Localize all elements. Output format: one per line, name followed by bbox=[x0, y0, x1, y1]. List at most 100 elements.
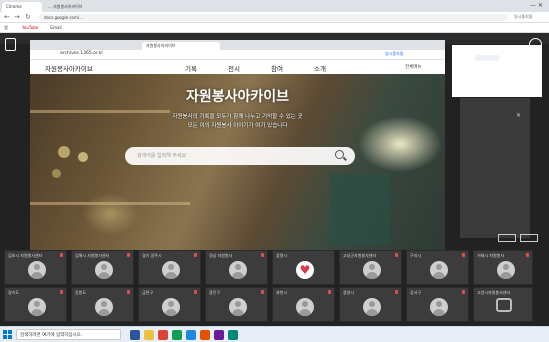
side-panel: ✕ bbox=[460, 98, 530, 238]
participant-name: 과천시 bbox=[276, 290, 288, 295]
forward-icon[interactable]: → bbox=[14, 13, 20, 21]
participant-tile[interactable]: 경기 광주시 bbox=[138, 250, 201, 285]
app-icon[interactable] bbox=[200, 330, 210, 340]
outer-url-field[interactable]: docs.google.com/... bbox=[38, 14, 508, 21]
participant-name: 광양시 bbox=[343, 290, 355, 295]
participant-name: 경기도 bbox=[8, 290, 20, 295]
bookmark-item[interactable]: 앱 bbox=[4, 25, 8, 31]
mic-muted-icon bbox=[328, 290, 331, 294]
participant-tile[interactable]: 김해시 자원봉사센터 bbox=[71, 250, 134, 285]
chevron-down-icon[interactable] bbox=[520, 234, 538, 242]
participant-tile[interactable]: 광양시 bbox=[339, 287, 402, 322]
participant-name: 김해시 자원봉사센터 bbox=[75, 253, 110, 258]
participant-name: 강원도 bbox=[75, 290, 87, 295]
display-decoration bbox=[330, 174, 390, 244]
hero-text-line: 자원봉사의 기록을 모두가 함께 나누고 기억할 수 있는 곳 bbox=[172, 114, 303, 120]
reload-icon[interactable]: ↻ bbox=[25, 13, 31, 21]
hero-title: 자원봉사아카이브 bbox=[185, 89, 290, 105]
mic-muted-icon bbox=[127, 290, 130, 294]
shared-url-field[interactable]: archives.1365.or.kr bbox=[60, 51, 103, 56]
badge-decoration bbox=[52, 169, 61, 178]
nav-item-about[interactable]: 소개 bbox=[314, 63, 326, 73]
chat-bubble-icon[interactable] bbox=[496, 298, 512, 312]
badge-decoration bbox=[78, 152, 88, 162]
participant-tile[interactable]: 금천구 bbox=[138, 287, 201, 322]
heart-logo-icon: ♥ bbox=[296, 261, 314, 279]
mic-muted-icon bbox=[395, 253, 398, 257]
participant-tile[interactable]: 광명시 ♥ bbox=[272, 250, 335, 285]
nav-item-exhibit[interactable]: 전시 bbox=[228, 63, 240, 73]
mic-muted-icon bbox=[127, 253, 130, 257]
avatar bbox=[162, 261, 180, 279]
participant-grid: 김포시 자원봉사센터 김해시 자원봉사센터 경기 광주시 경남 자원봉사 광명시… bbox=[0, 250, 549, 326]
nav-item-record[interactable]: 기록 bbox=[185, 63, 197, 73]
outer-window-controls[interactable]: — ✕ bbox=[530, 2, 546, 10]
app-icon[interactable] bbox=[214, 330, 224, 340]
avatar bbox=[363, 298, 381, 316]
mic-muted-icon bbox=[395, 290, 398, 294]
participant-name: 고양시자원봉사센터 bbox=[477, 290, 511, 295]
participant-name: 거제시 자원봉사 bbox=[477, 253, 505, 258]
zoom-icon[interactable] bbox=[186, 330, 196, 340]
outer-tab-label: ... 자원봉사아카이브 bbox=[48, 4, 83, 9]
participant-name: 경기 광주시 bbox=[142, 253, 162, 258]
mic-muted-icon bbox=[60, 253, 63, 257]
avatar bbox=[430, 261, 448, 279]
app-icon[interactable] bbox=[228, 330, 238, 340]
participant-tile[interactable]: 김포시 자원봉사센터 bbox=[4, 250, 67, 285]
shared-tab[interactable]: 자원봉사아카이브 bbox=[142, 42, 220, 50]
participant-tile[interactable]: 경남 자원봉사 bbox=[205, 250, 268, 285]
windows-start-icon[interactable] bbox=[3, 330, 12, 339]
hero-banner: 자원봉사아카이브 자원봉사의 기록을 모두가 함께 나누고 기억할 수 있는 곳… bbox=[30, 74, 445, 250]
bookmark-item[interactable]: Gmail bbox=[50, 25, 62, 30]
taskbar-search-placeholder: 검색하려면 여기에 입력하십시오. bbox=[20, 333, 83, 338]
mic-muted-icon bbox=[261, 290, 264, 294]
avatar bbox=[162, 298, 180, 316]
hero-text-line: 모든 이의 자원봉사 이야기가 여기 있습니다 bbox=[187, 123, 288, 129]
side-badge bbox=[475, 55, 500, 61]
view-toggle-icon[interactable] bbox=[498, 234, 516, 242]
badge-decoration bbox=[58, 146, 70, 158]
avatar bbox=[95, 261, 113, 279]
clipboard-icon[interactable] bbox=[5, 38, 16, 51]
nav-item-participate[interactable]: 참여 bbox=[271, 63, 283, 73]
participant-tile[interactable]: 강서구 bbox=[406, 287, 469, 322]
participant-tile[interactable]: 고양시자원봉사센터 bbox=[473, 287, 533, 322]
mic-muted-icon bbox=[462, 253, 465, 257]
participant-tile[interactable]: 강원도 bbox=[71, 287, 134, 322]
site-header: 자원봉사아카이브 기록 전시 참여 소개 전체메뉴 bbox=[30, 60, 445, 74]
shared-tab-title: 자원봉사아카이브 bbox=[146, 43, 176, 48]
system-tray[interactable] bbox=[470, 330, 540, 340]
outer-tab-1[interactable]: Chrome bbox=[2, 2, 42, 12]
participant-tile[interactable]: 경기도 bbox=[4, 287, 67, 322]
bookmark-item[interactable]: YouTube bbox=[22, 25, 38, 30]
site-logo[interactable]: 자원봉사아카이브 bbox=[45, 63, 93, 73]
shared-address-bar: archives.1365.or.kr 일시중지됨 bbox=[30, 50, 445, 60]
file-explorer-icon[interactable] bbox=[144, 330, 154, 340]
outer-profile-label[interactable]: 일시중지됨 bbox=[514, 14, 532, 20]
avatar bbox=[28, 298, 46, 316]
shared-profile-label[interactable]: 일시중지됨 bbox=[385, 51, 403, 57]
participant-tile[interactable]: 거제시 자원봉사 bbox=[473, 250, 533, 285]
outer-tab-2[interactable]: ... 자원봉사아카이브 bbox=[44, 2, 104, 12]
taskbar-search-box[interactable]: 검색하려면 여기에 입력하십시오. bbox=[16, 329, 121, 340]
hero-search-bar[interactable]: 검색어를 입력해 주세요 bbox=[125, 147, 355, 165]
outer-tab-bar: Chrome ... 자원봉사아카이브 — ✕ bbox=[0, 0, 549, 12]
search-icon-handle bbox=[343, 156, 347, 161]
avatar bbox=[430, 298, 448, 316]
mic-muted-icon bbox=[194, 253, 197, 257]
back-icon[interactable]: ← bbox=[4, 13, 10, 21]
participant-name: 김포시 자원봉사센터 bbox=[8, 253, 43, 258]
participant-name: 고성군자원봉사센터 bbox=[343, 253, 377, 258]
participant-tile[interactable]: 고성군자원봉사센터 bbox=[339, 250, 402, 285]
app-icon[interactable] bbox=[172, 330, 182, 340]
participant-tile[interactable]: 구리시 bbox=[406, 250, 469, 285]
participant-tile[interactable]: 과천시 bbox=[272, 287, 335, 322]
chrome-icon[interactable] bbox=[158, 330, 168, 340]
participant-tile[interactable]: 광진구 bbox=[205, 287, 268, 322]
close-icon[interactable]: ✕ bbox=[516, 112, 521, 119]
all-menu-button[interactable]: 전체메뉴 bbox=[405, 64, 422, 70]
word-icon[interactable] bbox=[130, 330, 140, 340]
side-browser-fragment bbox=[452, 45, 542, 97]
shared-screen: 자원봉사아카이브 archives.1365.or.kr 일시중지됨 자원봉사아… bbox=[30, 40, 445, 250]
